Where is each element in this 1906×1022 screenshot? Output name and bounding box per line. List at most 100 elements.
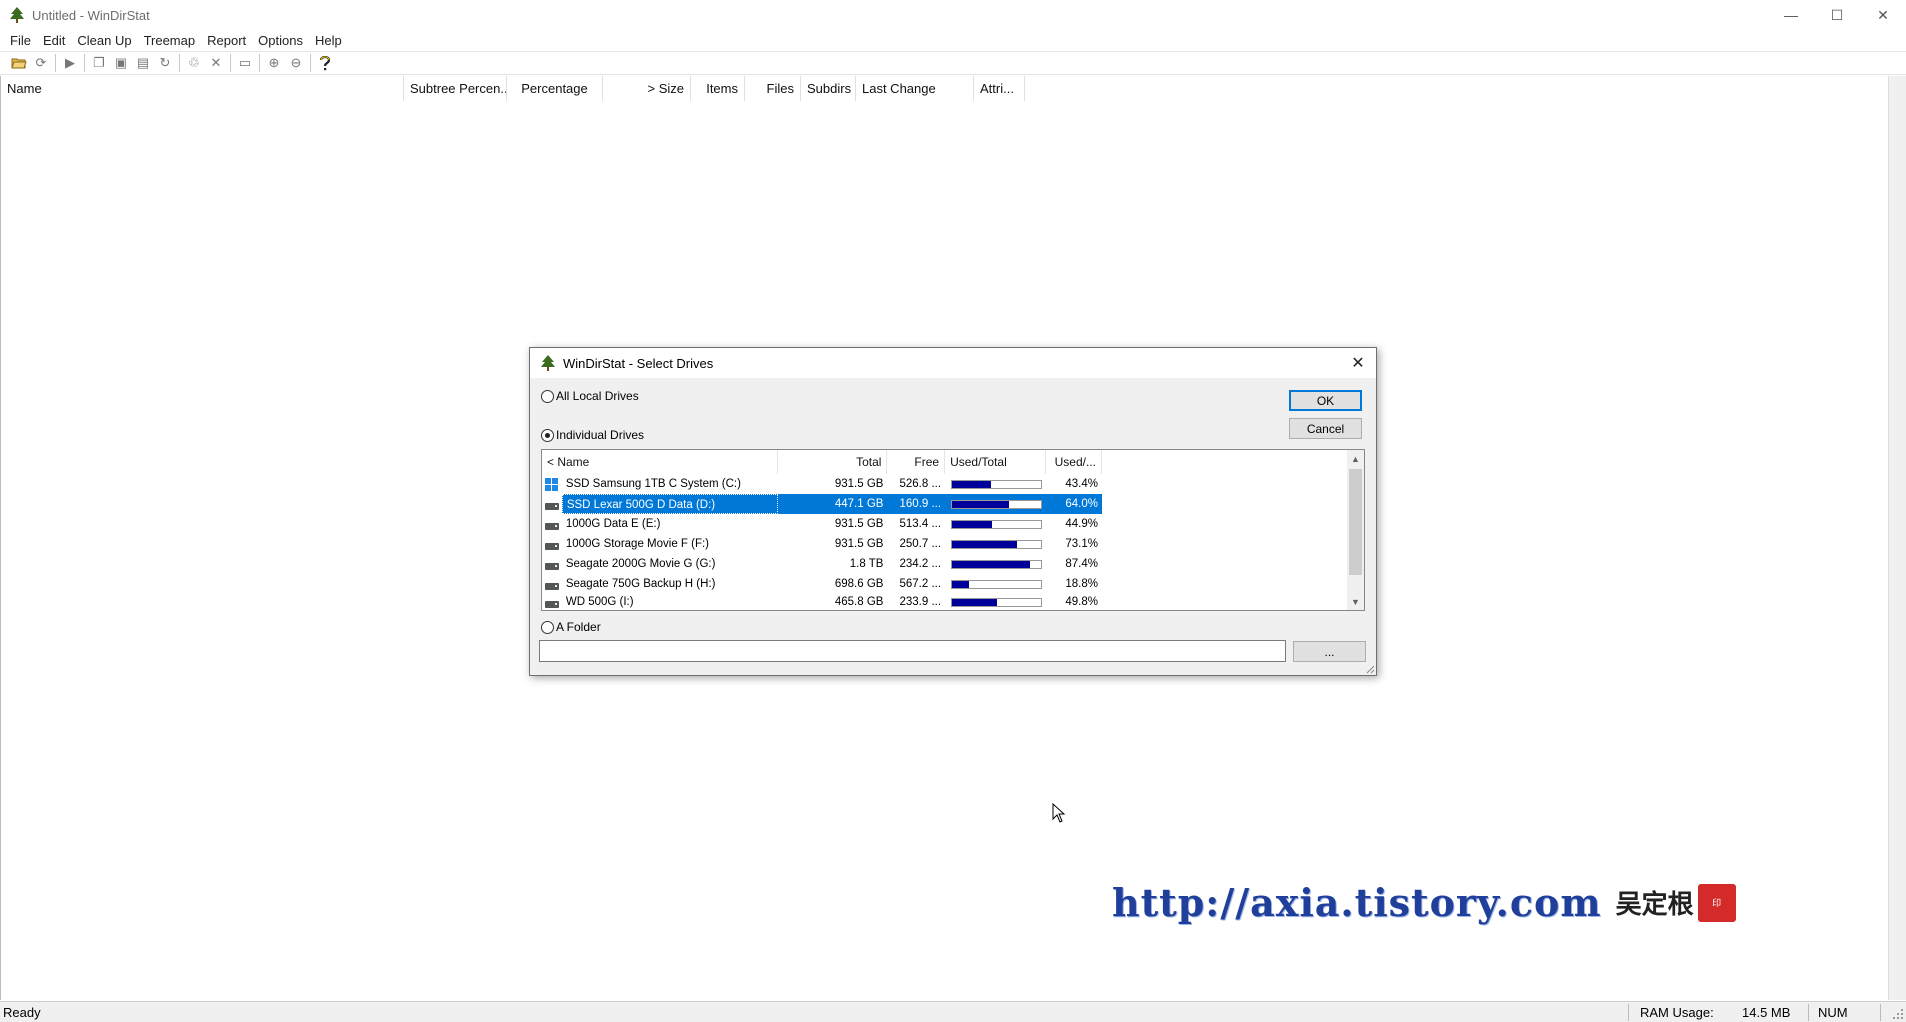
column-header-subtree-percentage[interactable]: Subtree Percen... [404,76,507,101]
new-folder-icon[interactable]: ▭ [234,53,256,73]
drive-row-h[interactable]: Seagate 750G Backup H (H:) 698.6 GB 567.… [542,574,1102,594]
drive-total: 698.6 GB [834,578,884,590]
scroll-up-arrow-icon[interactable]: ▲ [1347,450,1364,467]
drive-list-scrollbar[interactable]: ▲ ▼ [1347,450,1364,610]
refresh-icon[interactable]: ⟳ [30,53,52,73]
toolbar-separator [55,54,56,72]
dialog-close-button[interactable]: ✕ [1348,353,1368,373]
drive-name: 1000G Storage Movie F (F:) [565,538,710,550]
radio-a-folder[interactable]: A Folder [541,620,601,634]
zoom-out-icon[interactable]: ⊖ [285,53,307,73]
drive-total: 931.5 GB [834,518,884,530]
column-header-last-change[interactable]: Last Change [856,76,974,101]
dialog-resize-grip-icon[interactable] [1365,664,1375,674]
menu-options[interactable]: Options [252,33,309,48]
drive-row-g[interactable]: Seagate 2000G Movie G (G:) 1.8 TB 234.2 … [542,554,1102,574]
drive-row-e[interactable]: 1000G Data E (E:) 931.5 GB 513.4 ... 44.… [542,514,1102,534]
drive-icon [542,494,562,514]
help-icon[interactable] [314,53,336,73]
ok-button[interactable]: OK [1289,390,1362,411]
drive-total: 465.8 GB [834,596,884,608]
menu-clean-up[interactable]: Clean Up [71,33,137,48]
folder-path-input[interactable] [539,640,1286,662]
explorer-icon[interactable]: ▤ [132,53,154,73]
drive-usage-bar [945,494,1047,514]
drive-name: Seagate 750G Backup H (H:) [565,578,716,590]
resize-grip-icon[interactable] [1890,1006,1904,1020]
mouse-cursor-icon [1052,803,1066,823]
zoom-in-icon[interactable]: ⊕ [263,53,285,73]
column-header-free[interactable]: Free [887,450,946,474]
radio-individual-drives[interactable]: Individual Drives [541,428,644,442]
dialog-title-bar: WinDirStat - Select Drives ✕ [530,348,1376,378]
scroll-down-arrow-icon[interactable]: ▼ [1347,593,1364,610]
drive-used-percent: 64.0% [1046,494,1102,514]
play-icon[interactable]: ▶ [59,53,81,73]
drive-name: 1000G Data E (E:) [565,518,661,530]
ram-usage-label: RAM Usage: [1640,1004,1714,1020]
delete-icon[interactable]: ✕ [205,53,227,73]
menu-edit[interactable]: Edit [37,33,71,48]
watermark: http://axia.tistory.com 吴定根 印 [1112,880,1736,925]
status-separator [1808,1004,1809,1021]
column-header-used-percent[interactable]: Used/... [1046,450,1102,474]
browse-folder-button[interactable]: ... [1293,641,1366,662]
drive-list[interactable]: < Name Total Free Used/Total Used/... SS… [541,449,1365,611]
column-header-subdirs[interactable]: Subdirs [801,76,856,101]
drive-usage-bar-fill [952,480,991,488]
column-header-drive-name[interactable]: < Name [542,450,779,474]
drive-usage-bar [945,514,1046,534]
ram-usage-value: 14.5 MB [1742,1004,1791,1020]
column-header-files[interactable]: Files [745,76,801,101]
column-header-name[interactable]: Name [1,76,404,101]
menu-treemap[interactable]: Treemap [138,33,202,48]
drive-row-d[interactable]: SSD Lexar 500G D Data (D:) 447.1 GB 160.… [542,494,1102,514]
minimize-button[interactable]: — [1768,0,1814,30]
watermark-seal-icon: 印 [1697,883,1736,922]
refresh-selected-icon[interactable]: ↻ [154,53,176,73]
drive-used-percent: 43.4% [1065,478,1098,490]
column-header-percentage[interactable]: Percentage [507,76,603,101]
column-header-used-total[interactable]: Used/Total [945,450,1047,474]
drive-row-c[interactable]: SSD Samsung 1TB C System (C:) 931.5 GB 5… [542,474,1102,494]
copy-path-icon[interactable]: ▣ [110,53,132,73]
radio-individual-drives-label: Individual Drives [556,428,645,442]
close-button[interactable]: ✕ [1860,0,1906,30]
column-header-size[interactable]: > Size [603,76,691,101]
drive-icon [542,594,562,610]
drive-total: 931.5 GB [834,478,884,490]
radio-all-local-drives[interactable]: All Local Drives [541,389,639,403]
radio-a-folder-circle[interactable] [541,620,554,634]
directory-list-header: Name Subtree Percen... Percentage > Size… [1,76,1101,101]
menu-report[interactable]: Report [201,33,252,48]
copy-icon[interactable]: ❐ [88,53,110,73]
drive-row-f[interactable]: 1000G Storage Movie F (F:) 931.5 GB 250.… [542,534,1102,554]
drive-usage-bar-fill [952,560,1031,568]
column-header-items[interactable]: Items [691,76,745,101]
toolbar-separator [310,54,311,72]
cancel-button[interactable]: Cancel [1289,418,1362,439]
column-header-attributes[interactable]: Attri... [974,76,1025,101]
menu-help[interactable]: Help [309,33,348,48]
watermark-url: http://axia.tistory.com [1112,880,1602,925]
radio-individual-drives-circle[interactable] [541,428,554,442]
maximize-button[interactable]: ☐ [1814,0,1860,30]
menu-file[interactable]: File [4,33,37,48]
toolbar: ⟳ ▶ ❐ ▣ ▤ ↻ ♲ ✕ ▭ ⊕ ⊖ [0,51,1906,75]
radio-all-local-drives-circle[interactable] [541,389,554,403]
radio-all-local-drives-label: All Local Drives [556,389,639,403]
column-header-total[interactable]: Total [778,450,888,474]
drive-used-percent: 44.9% [1065,518,1098,530]
window-controls: — ☐ ✕ [1768,0,1906,30]
main-vertical-scrollbar[interactable] [1888,76,1906,1000]
drive-row-i[interactable]: WD 500G (I:) 465.8 GB 233.9 ... 49.8% [542,594,1102,610]
windirstat-tree-icon [8,6,26,24]
toolbar-separator [179,54,180,72]
open-icon[interactable] [8,53,30,73]
recycle-bin-icon[interactable]: ♲ [183,53,205,73]
scrollbar-thumb[interactable] [1349,469,1362,575]
status-text: Ready [3,1004,41,1020]
drive-name: Seagate 2000G Movie G (G:) [565,558,716,570]
drive-usage-bar [945,574,1046,594]
drive-free: 160.9 ... [887,494,946,514]
